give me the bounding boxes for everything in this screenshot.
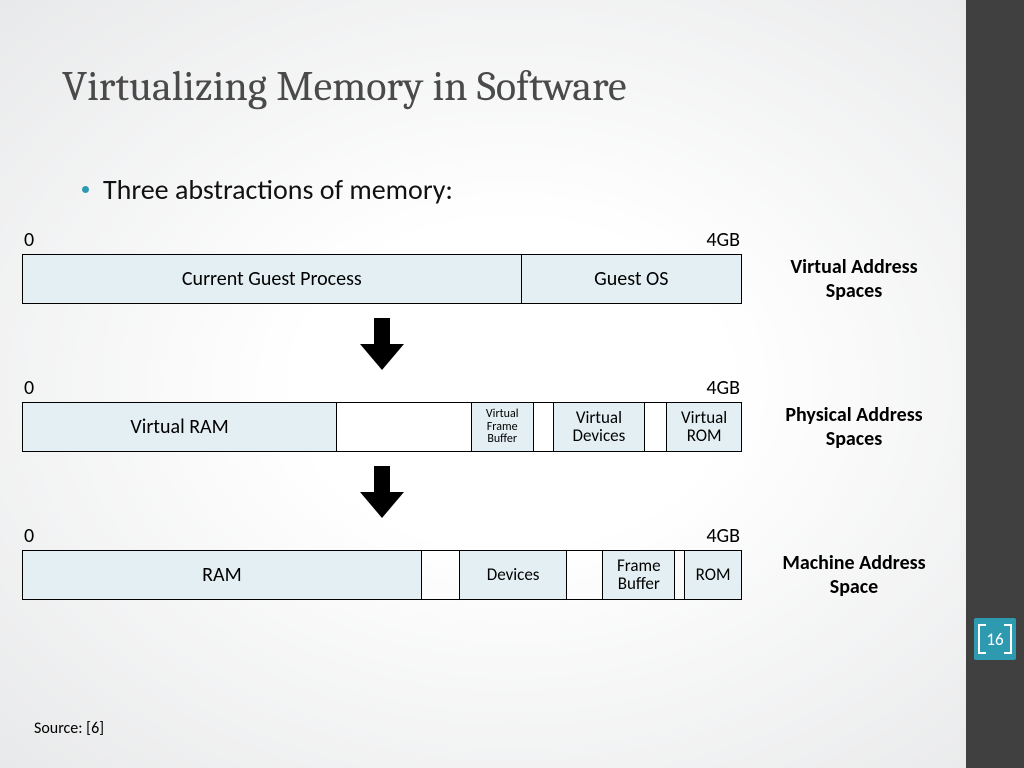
slide: 16 Virtualizing Memory in Software Three…: [0, 0, 1024, 768]
layer-virtual: 0 4GB Current Guest Process Guest OS Vir…: [22, 228, 950, 304]
bullet-row: Three abstractions of memory:: [82, 172, 453, 207]
bullet-dot-icon: [82, 186, 89, 193]
scale-start: 0: [24, 376, 34, 400]
source-citation: Source: [6]: [34, 719, 104, 738]
seg-gap-5: [567, 551, 603, 599]
seg-virtual-rom: Virtual ROM: [667, 403, 741, 451]
memory-diagram: 0 4GB Current Guest Process Guest OS Vir…: [22, 228, 950, 608]
arrow-physical-to-machine: [22, 460, 742, 524]
seg-gap-4: [422, 551, 460, 599]
seg-gap-2: [534, 403, 554, 451]
bar-physical: Virtual RAM Virtual Frame Buffer Virtual…: [22, 402, 742, 452]
scale-physical: 0 4GB: [22, 376, 742, 402]
scale-start: 0: [24, 524, 34, 548]
label-physical: Physical Address Spaces: [764, 403, 944, 451]
seg-frame-buffer: Frame Buffer: [603, 551, 675, 599]
scale-start: 0: [24, 228, 34, 252]
seg-devices: Devices: [460, 551, 568, 599]
label-machine: Machine Address Space: [764, 551, 944, 599]
scale-virtual: 0 4GB: [22, 228, 742, 254]
bar-machine: RAM Devices Frame Buffer ROM: [22, 550, 742, 600]
seg-guest-os: Guest OS: [522, 255, 741, 303]
down-arrow-icon: [360, 318, 404, 370]
layer-machine: 0 4GB RAM Devices Frame Buffer ROM Machi…: [22, 524, 950, 600]
page-number: 16: [986, 629, 1003, 650]
down-arrow-icon: [360, 466, 404, 518]
arrow-virtual-to-physical: [22, 312, 742, 376]
seg-virtual-ram: Virtual RAM: [23, 403, 337, 451]
seg-gap-6: [675, 551, 685, 599]
scale-end: 4GB: [706, 228, 740, 252]
seg-gap-1: [337, 403, 472, 451]
seg-gap-3: [645, 403, 667, 451]
seg-rom: ROM: [685, 551, 741, 599]
label-virtual: Virtual Address Spaces: [764, 255, 944, 303]
bullet-text: Three abstractions of memory:: [103, 172, 453, 207]
scale-end: 4GB: [706, 524, 740, 548]
seg-virtual-frame-buffer: Virtual Frame Buffer: [472, 403, 534, 451]
bar-virtual: Current Guest Process Guest OS: [22, 254, 742, 304]
seg-current-guest-process: Current Guest Process: [23, 255, 522, 303]
seg-ram: RAM: [23, 551, 422, 599]
layer-physical: 0 4GB Virtual RAM Virtual Frame Buffer V…: [22, 376, 950, 452]
scale-machine: 0 4GB: [22, 524, 742, 550]
slide-title: Virtualizing Memory in Software: [62, 62, 627, 111]
seg-virtual-devices: Virtual Devices: [554, 403, 646, 451]
page-number-badge: 16: [974, 618, 1016, 660]
scale-end: 4GB: [706, 376, 740, 400]
